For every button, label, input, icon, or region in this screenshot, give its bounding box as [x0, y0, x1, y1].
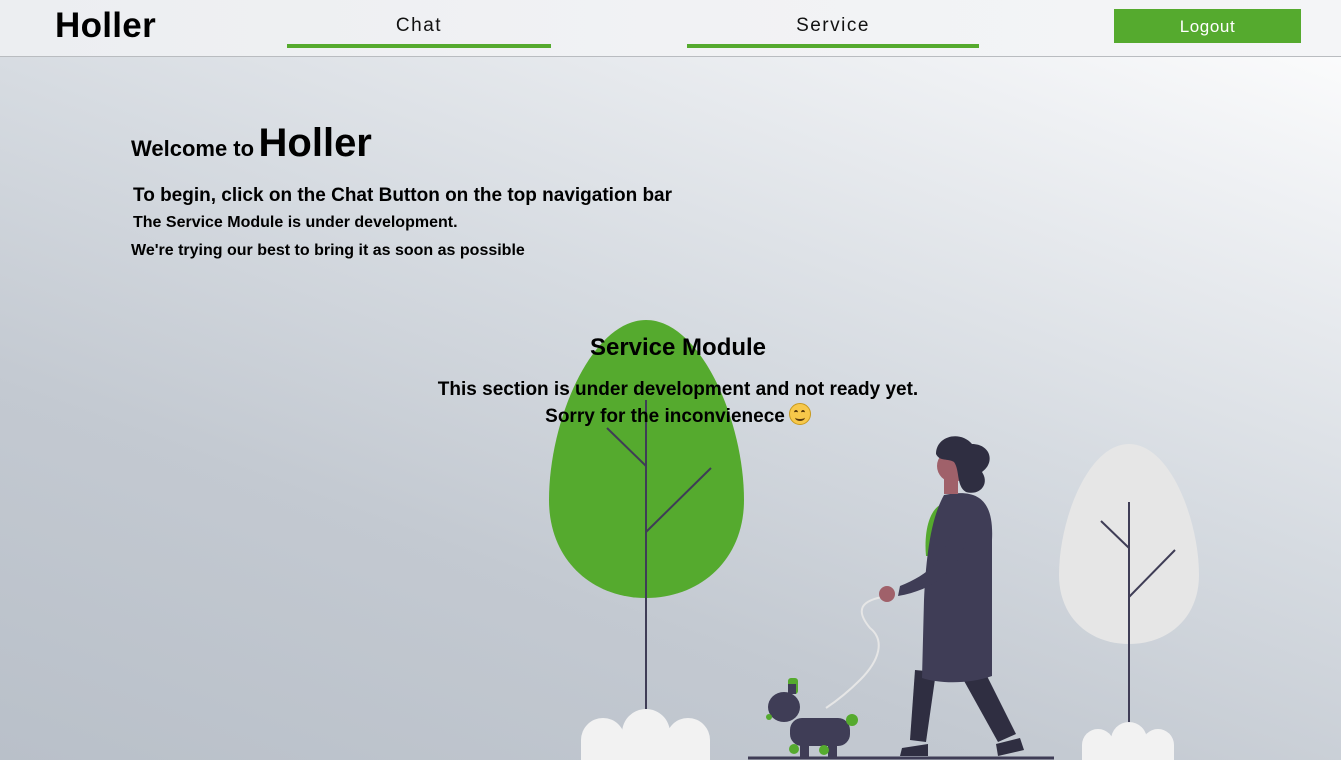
service-module-title: Service Module: [589, 334, 767, 361]
intro-dev-note-2: We're trying our best to bring it as soo…: [131, 242, 525, 259]
service-message-line1: This section is under development and no…: [437, 379, 919, 400]
bush-icon-right: [1082, 722, 1174, 760]
welcome-prefix: Welcome to: [131, 136, 255, 161]
bush-icon: [581, 709, 710, 760]
welcome-heading: Welcome to Holler: [131, 121, 372, 166]
grey-tree-icon: [1059, 444, 1199, 728]
service-message-line2: Sorry for the inconvienece: [545, 406, 785, 427]
welcome-brand: Holler: [258, 121, 372, 165]
woman-walking-icon: [879, 436, 1024, 756]
intro-instruction: To begin, click on the Chat Button on th…: [133, 185, 673, 206]
service-message-line2-wrap: Sorry for the inconvienece: [378, 403, 978, 428]
intro-dev-note: The Service Module is under development.: [133, 214, 458, 231]
dog-icon: [766, 678, 858, 758]
smiling-face-icon: [788, 403, 811, 425]
